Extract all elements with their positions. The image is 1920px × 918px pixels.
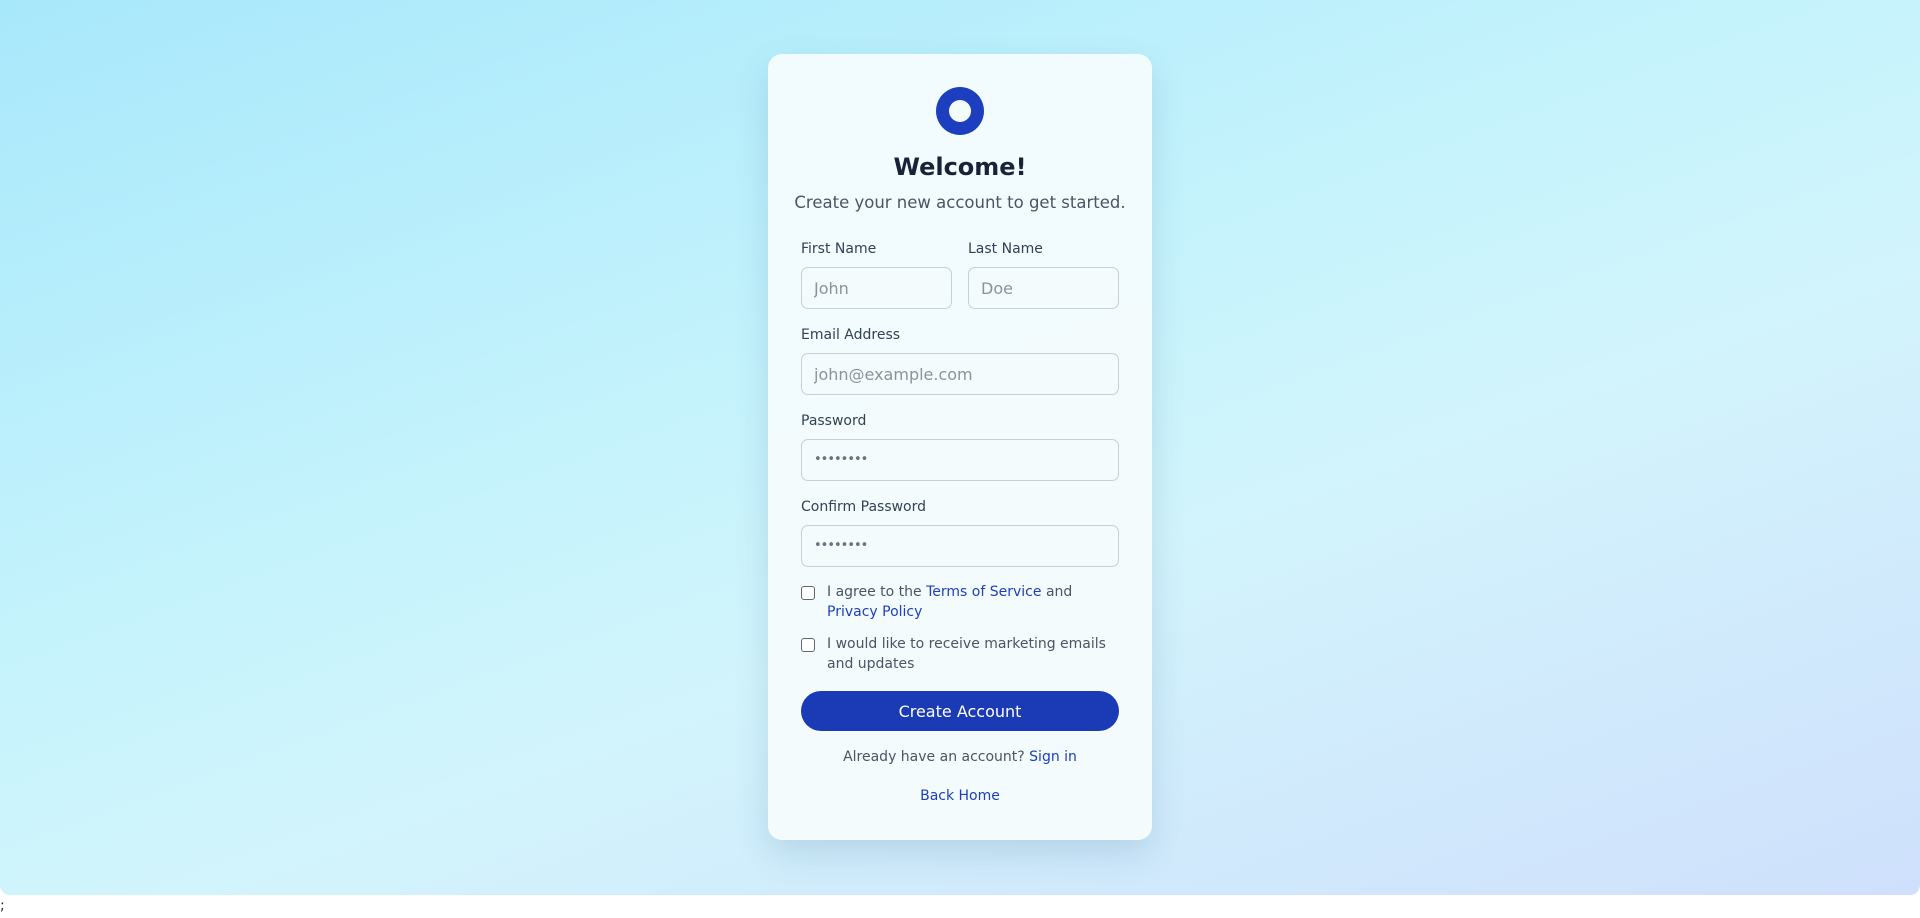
- page-title: Welcome!: [893, 153, 1027, 181]
- first-name-input[interactable]: [801, 267, 952, 309]
- terms-checkbox[interactable]: [801, 586, 815, 600]
- marketing-label: I would like to receive marketing emails…: [827, 636, 1106, 672]
- terms-and: and: [1045, 584, 1073, 600]
- password-input[interactable]: ••••••••: [801, 439, 1119, 481]
- back-home-link[interactable]: Back Home: [920, 788, 1000, 804]
- signin-prompt-row: Already have an account? Sign in: [768, 747, 1152, 767]
- confirm-password-masked-value: ••••••••: [814, 538, 868, 553]
- confirm-password-label: Confirm Password: [801, 499, 927, 515]
- terms-row: I agree to the Terms of Service and Priv…: [801, 582, 1119, 622]
- first-name-label: First Name: [801, 241, 877, 257]
- email-input[interactable]: [801, 353, 1119, 395]
- marketing-row: I would like to receive marketing emails…: [801, 634, 1119, 674]
- confirm-password-input[interactable]: ••••••••: [801, 525, 1119, 567]
- last-name-input[interactable]: [968, 267, 1119, 309]
- last-name-label: Last Name: [968, 241, 1043, 257]
- signin-prompt: Already have an account?: [843, 749, 1025, 765]
- terms-text: I agree to the Terms of Service and Priv…: [827, 582, 1119, 622]
- signin-link[interactable]: Sign in: [1029, 749, 1077, 765]
- password-label: Password: [801, 413, 867, 429]
- page-subtitle: Create your new account to get started.: [794, 193, 1126, 212]
- marketing-checkbox[interactable]: [801, 638, 815, 652]
- logo-center: [949, 100, 971, 122]
- create-account-button[interactable]: Create Account: [801, 691, 1119, 731]
- back-home-row: Back Home: [768, 786, 1152, 806]
- password-masked-value: ••••••••: [814, 452, 868, 467]
- ring-logo-icon: [936, 87, 984, 135]
- stray-text: ;: [0, 898, 5, 914]
- terms-prefix: I agree to the: [827, 584, 922, 600]
- signup-card: Welcome! Create your new account to get …: [768, 54, 1152, 840]
- page-background: Welcome! Create your new account to get …: [0, 0, 1920, 895]
- terms-of-service-link[interactable]: Terms of Service: [926, 584, 1041, 600]
- email-label: Email Address: [801, 327, 901, 343]
- privacy-policy-link[interactable]: Privacy Policy: [827, 604, 922, 620]
